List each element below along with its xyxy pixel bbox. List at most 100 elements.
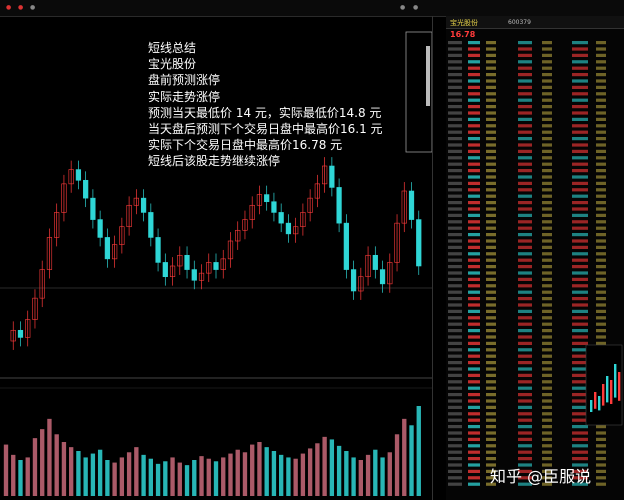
trade-price-cell (468, 463, 480, 467)
trade-volume-cell (542, 92, 552, 96)
trade-time-cell (448, 226, 462, 230)
trade-volume-cell (542, 47, 552, 51)
trade-price-cell (468, 41, 480, 45)
trade-price-cell (572, 66, 588, 70)
trade-time-cell (448, 175, 462, 179)
trade-volume-cell (542, 437, 552, 441)
watermark: 知乎 @臣服说 (490, 467, 592, 486)
trade-price-cell (518, 60, 532, 64)
trade-time-cell (448, 169, 462, 173)
trade-price-cell (468, 450, 480, 454)
toolbar-dot[interactable]: ● (413, 4, 418, 11)
trade-price-cell (518, 316, 532, 320)
trade-volume-cell (542, 341, 552, 345)
trade-price-cell (518, 226, 532, 230)
trade-price-cell (572, 226, 588, 230)
trade-price-cell (468, 316, 480, 320)
trade-price-cell (572, 418, 588, 422)
volume-bar (336, 445, 342, 496)
trade-price-cell (468, 258, 480, 262)
candle-body (285, 222, 292, 235)
trade-volume-cell (542, 380, 552, 384)
trade-volume-cell (542, 66, 552, 70)
trade-volume-cell (486, 297, 496, 301)
trade-time-cell (448, 258, 462, 262)
trade-price-cell (518, 213, 532, 217)
trade-price-cell (468, 412, 480, 416)
trade-price-cell (518, 252, 532, 256)
trade-volume-cell (596, 284, 606, 288)
trade-price-cell (572, 277, 588, 281)
trade-detail-list[interactable] (446, 40, 624, 500)
trade-price-cell (468, 130, 480, 134)
volume-bar (155, 463, 161, 496)
trade-price-cell (468, 124, 480, 128)
trade-volume-cell (596, 213, 606, 217)
intraday-preview-bar (426, 46, 430, 106)
trade-volume-cell (542, 130, 552, 134)
volume-bar (264, 447, 269, 496)
summary-line: 宝光股份 (148, 57, 197, 72)
trade-price-cell (518, 130, 532, 134)
trade-volume-cell (486, 393, 496, 397)
trade-price-cell (468, 361, 480, 365)
summary-text: 短线总结 宝光股份 盘前预测涨停 实际走势涨停 预测当天最低价 14 元，实际最… (148, 40, 418, 170)
trade-volume-cell (596, 47, 606, 51)
trade-volume-cell (486, 431, 496, 435)
volume-bar (235, 449, 240, 496)
trade-price-cell (572, 316, 588, 320)
trade-time-cell (448, 463, 462, 467)
volume-bar (213, 461, 219, 496)
toolbar-dot[interactable]: ● (18, 4, 23, 11)
trade-time-cell (448, 309, 462, 313)
trade-volume-cell (486, 117, 496, 121)
mini-candle (614, 364, 617, 398)
trade-time-cell (448, 213, 462, 217)
trade-price-cell (572, 85, 588, 89)
trade-price-cell (518, 124, 532, 128)
trade-volume-cell (486, 303, 496, 307)
trade-volume-cell (486, 341, 496, 345)
trade-price-cell (572, 162, 588, 166)
volume-bar (25, 457, 30, 496)
candle-body (271, 201, 277, 213)
trade-price-cell (518, 53, 532, 57)
trade-price-cell (572, 149, 588, 153)
toolbar-dot[interactable]: ● (400, 4, 405, 11)
trade-volume-cell (542, 194, 552, 198)
trade-price-cell (518, 297, 532, 301)
trade-volume-cell (542, 213, 552, 217)
trade-price-cell (572, 213, 588, 217)
trade-time-cell (448, 316, 462, 320)
trade-time-cell (448, 290, 462, 294)
trade-time-cell (448, 425, 462, 429)
trade-price-cell (572, 124, 588, 128)
trade-price-cell (468, 457, 480, 461)
trade-volume-cell (542, 111, 552, 115)
trade-price-cell (518, 117, 532, 121)
trade-price-cell (572, 175, 588, 179)
trade-price-cell (468, 175, 480, 179)
trade-volume-cell (486, 79, 496, 83)
toolbar-dot[interactable]: ● (30, 4, 35, 11)
volume-bar (3, 444, 9, 496)
candle-body (264, 194, 270, 203)
trade-volume-cell (596, 309, 606, 313)
trade-time-cell (448, 143, 462, 147)
trade-price-cell (518, 79, 532, 83)
trade-volume-cell (542, 265, 552, 269)
trade-time-cell (448, 60, 462, 64)
trade-price-cell (572, 329, 588, 333)
trade-price-cell (572, 457, 588, 461)
trade-volume-cell (596, 239, 606, 243)
candle-body (140, 197, 147, 213)
volume-bar (293, 458, 298, 496)
mini-candle (618, 372, 621, 401)
trade-price-cell (468, 297, 480, 301)
toolbar-dot[interactable]: ● (6, 4, 11, 11)
stock-name[interactable]: 宝光股份 (450, 18, 478, 28)
trade-time-cell (448, 252, 462, 256)
trade-time-cell (448, 399, 462, 403)
trade-volume-cell (542, 335, 552, 339)
trade-price-cell (572, 130, 588, 134)
